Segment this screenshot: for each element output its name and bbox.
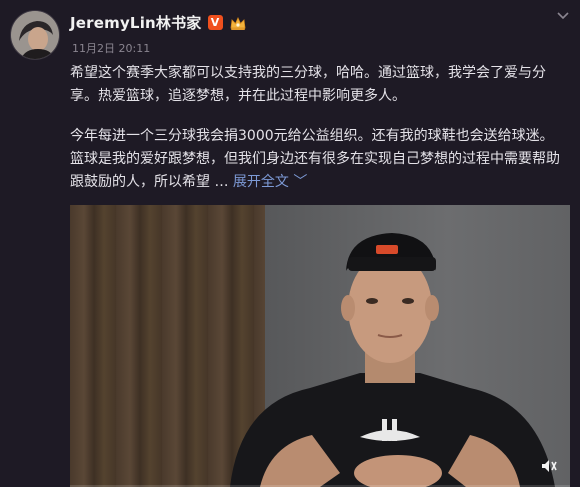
post-text-paragraph-1: 希望这个赛季大家都可以支持我的三分球，哈哈。通过篮球，我学会了爱与分享。热爱篮球… (70, 65, 546, 104)
expand-full-text-link[interactable]: 展开全文 ﹀ (233, 174, 307, 190)
weibo-post: JeremyLin林书家 V 11月2日 20:11 希望这个赛季大家都可以支持… (0, 0, 580, 487)
post-content: 希望这个赛季大家都可以支持我的三分球，哈哈。通过篮球，我学会了爱与分享。热爱篮球… (70, 62, 566, 194)
ellipsis: … (210, 174, 233, 190)
post-text-paragraph-2: 今年每进一个三分球我会捐3000元给公益组织。还有我的球鞋也会送给球迷。篮球是我… (70, 125, 566, 194)
video-player[interactable] (70, 205, 570, 487)
expand-chevron-icon: ﹀ (293, 174, 308, 190)
username[interactable]: JeremyLin林书家 (70, 12, 202, 33)
post-header: JeremyLin林书家 V (70, 12, 247, 33)
member-crown-icon[interactable] (229, 15, 247, 31)
verified-badge[interactable]: V (207, 15, 223, 30)
video-person (230, 233, 555, 487)
avatar[interactable] (10, 10, 60, 60)
expand-label: 展开全文 (232, 174, 289, 190)
chevron-down-icon[interactable] (556, 8, 570, 22)
mute-icon[interactable] (540, 457, 558, 475)
avatar-image (11, 11, 59, 59)
post-text-paragraph-2-body: 今年每进一个三分球我会捐3000元给公益组织。还有我的球鞋也会送给球迷。篮球是我… (70, 128, 560, 190)
post-timestamp[interactable]: 11月2日 20:11 (72, 40, 150, 56)
